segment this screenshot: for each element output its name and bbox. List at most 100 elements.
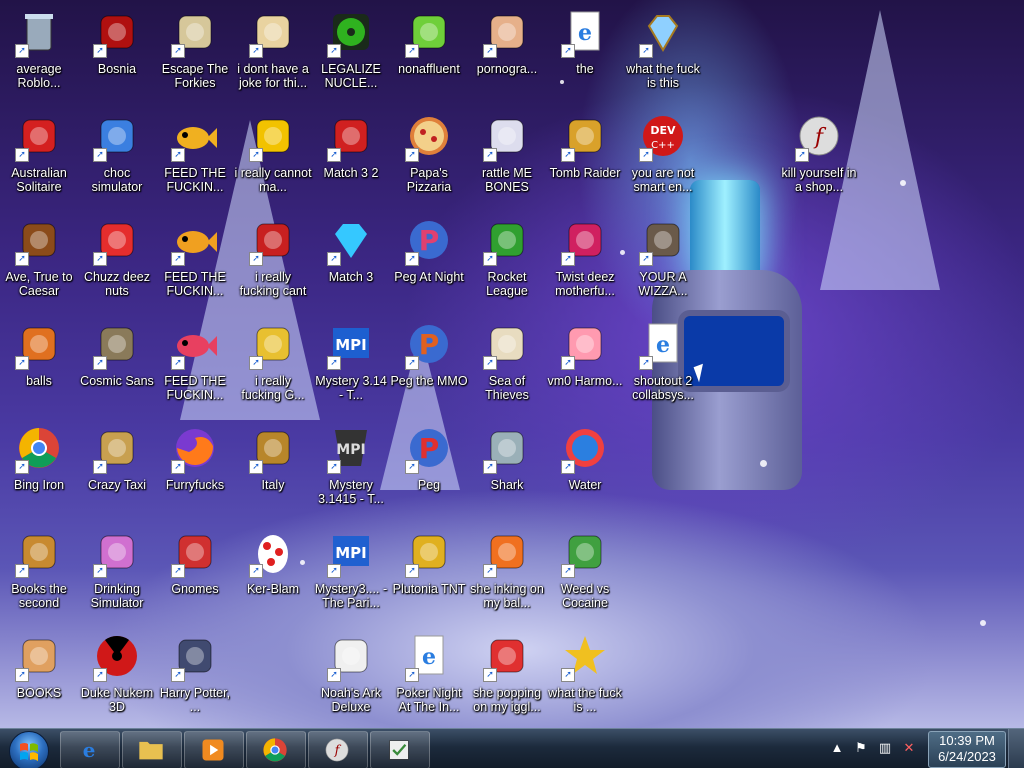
desktop-shortcut[interactable]: MPI ➚ Mystery 3.14 - T...: [312, 316, 390, 420]
desktop-shortcut[interactable]: DEV C++ ➚ you are not smart en...: [624, 108, 702, 212]
desktop-shortcut[interactable]: ➚ Match 3: [312, 212, 390, 316]
desktop-shortcut[interactable]: ➚ Italy: [234, 420, 312, 524]
desktop-shortcut[interactable]: ➚ pornogra...: [468, 4, 546, 108]
shortcut-label: Australian Solitaire: [11, 166, 67, 194]
desktop-shortcut[interactable]: e ➚ shoutout 2 collabsys...: [624, 316, 702, 420]
desktop-shortcut[interactable]: ➚ Books the second: [0, 524, 78, 628]
desktop-shortcut[interactable]: f ➚ kill yourself in a shop...: [780, 108, 858, 212]
shortcut-label: what the fuck is this: [626, 62, 700, 90]
shortcut-label: Mystery3.... - The Pari...: [314, 582, 388, 610]
shortcut-label: FEED THE FUCKIN...: [164, 166, 226, 194]
desktop-shortcut[interactable]: ➚ nonaffluent: [390, 4, 468, 108]
shortcut-arrow-icon: ➚: [561, 668, 575, 682]
shortcut-arrow-icon: ➚: [93, 252, 107, 266]
desktop-shortcut[interactable]: ➚ what the fuck is this: [624, 4, 702, 108]
desktop-shortcut[interactable]: ➚ Escape The Forkies: [156, 4, 234, 108]
taskbar-file-explorer-button[interactable]: [122, 731, 182, 768]
desktop-shortcut[interactable]: ➚ i really cannot ma...: [234, 108, 312, 212]
desktop-shortcut[interactable]: ➚ she popping on my iggl...: [468, 628, 546, 728]
desktop-shortcut[interactable]: ➚ Bing Iron: [0, 420, 78, 524]
desktop-shortcut[interactable]: ➚ i dont have a joke for thi...: [234, 4, 312, 108]
desktop-shortcut[interactable]: ➚ Drinking Simulator: [78, 524, 156, 628]
taskbar-chrome-button[interactable]: [246, 731, 306, 768]
shortcut-arrow-icon: ➚: [93, 668, 107, 682]
desktop-shortcut[interactable]: ➚ Plutonia TNT: [390, 524, 468, 628]
flag-icon[interactable]: ⚑: [852, 739, 870, 757]
desktop-shortcut[interactable]: MPI ➚ Mystery 3.1415 - T...: [312, 420, 390, 524]
desktop-shortcut[interactable]: ➚ Match 3 2: [312, 108, 390, 212]
shortcut-arrow-icon: ➚: [171, 252, 185, 266]
desktop-shortcut[interactable]: ➚ Ave, True to Caesar: [0, 212, 78, 316]
desktop-shortcut[interactable]: ➚ i really fucking cant: [234, 212, 312, 316]
shortcut-label: average Roblo...: [16, 62, 62, 90]
desktop-shortcut[interactable]: ➚ Duke Nukem 3D: [78, 628, 156, 728]
desktop-shortcut[interactable]: P ➚ Peg the MMO: [390, 316, 468, 420]
shortcut-label: Shark: [490, 478, 524, 492]
desktop-shortcut[interactable]: ➚ Tomb Raider: [546, 108, 624, 212]
shortcut-arrow-icon: ➚: [15, 44, 29, 58]
desktop-shortcut[interactable]: ➚ FEED THE FUCKIN...: [156, 212, 234, 316]
shortcut-arrow-icon: ➚: [171, 356, 185, 370]
svg-text:MPI: MPI: [335, 336, 367, 354]
desktop-shortcut[interactable]: ➚ Chuzz deez nuts: [78, 212, 156, 316]
desktop-shortcut[interactable]: e ➚ the: [546, 4, 624, 108]
desktop-shortcut[interactable]: ➚ Twist deez motherfu...: [546, 212, 624, 316]
clock-time: 10:39 PM: [939, 733, 995, 748]
shortcut-arrow-icon: ➚: [405, 44, 419, 58]
shortcut-label: FEED THE FUCKIN...: [164, 374, 226, 402]
taskbar-internet-explorer-button[interactable]: e: [60, 731, 120, 768]
shortcut-label: rattle ME BONES: [481, 166, 532, 194]
taskbar-media-player-button[interactable]: [184, 731, 244, 768]
shortcut-label: LEGALIZE NUCLE...: [321, 62, 381, 90]
shortcut-arrow-icon: ➚: [405, 252, 419, 266]
desktop-shortcut[interactable]: ➚ Cosmic Sans: [78, 316, 156, 420]
desktop-shortcut[interactable]: ➚ Papa's Pizzaria: [390, 108, 468, 212]
desktop-shortcut[interactable]: e ➚ Poker Night At The In...: [390, 628, 468, 728]
desktop-shortcut[interactable]: ➚ balls: [0, 316, 78, 420]
desktop-shortcut[interactable]: ➚ Water: [546, 420, 624, 524]
clock[interactable]: 10:39 PM 6/24/2023: [928, 731, 1006, 768]
desktop-shortcut[interactable]: ➚ Weed vs Cocaine: [546, 524, 624, 628]
volume-muted-icon[interactable]: ✕: [900, 739, 918, 757]
desktop-shortcut[interactable]: MPI ➚ Mystery3.... - The Pari...: [312, 524, 390, 628]
desktop-shortcut[interactable]: ➚ she inking on my bal...: [468, 524, 546, 628]
desktop-shortcut[interactable]: ➚ FEED THE FUCKIN...: [156, 108, 234, 212]
start-button[interactable]: [4, 730, 54, 768]
desktop-shortcut[interactable]: ➚ LEGALIZE NUCLE...: [312, 4, 390, 108]
desktop-shortcut[interactable]: ➚ Australian Solitaire: [0, 108, 78, 212]
desktop-shortcut[interactable]: ➚ i really fucking G...: [234, 316, 312, 420]
desktop-shortcut[interactable]: ➚ Harry Potter, ...: [156, 628, 234, 728]
desktop-shortcut[interactable]: ➚ Crazy Taxi: [78, 420, 156, 524]
desktop-shortcut[interactable]: ➚ FEED THE FUCKIN...: [156, 316, 234, 420]
desktop-shortcut[interactable]: ➚ average Roblo...: [0, 4, 78, 108]
desktop-shortcut[interactable]: ➚ Rocket League: [468, 212, 546, 316]
desktop-shortcut[interactable]: ➚ what the fuck is ...: [546, 628, 624, 728]
desktop-shortcut[interactable]: ➚ Shark: [468, 420, 546, 524]
desktop-shortcut[interactable]: ➚ vm0 Harmo...: [546, 316, 624, 420]
desktop-shortcut[interactable]: ➚ Sea of Thieves: [468, 316, 546, 420]
desktop-shortcut[interactable]: ➚ Ker-Blam: [234, 524, 312, 628]
desktop[interactable]: ➚ average Roblo... ➚ Bosnia ➚ Escape The Fork…: [0, 0, 1024, 728]
taskbar-flash-button[interactable]: f: [308, 731, 368, 768]
desktop-shortcut[interactable]: ➚ Gnomes: [156, 524, 234, 628]
shortcut-arrow-icon: ➚: [15, 564, 29, 578]
desktop-shortcut[interactable]: ➚ BOOKS: [0, 628, 78, 728]
shortcut-label: i really fucking cant: [239, 270, 307, 298]
desktop-shortcut[interactable]: P ➚ Peg: [390, 420, 468, 524]
desktop-shortcut[interactable]: ➚ YOUR A WIZZA...: [624, 212, 702, 316]
desktop-shortcut[interactable]: ➚ Bosnia: [78, 4, 156, 108]
chevron-up-icon[interactable]: ▲: [828, 739, 846, 757]
desktop-shortcut[interactable]: ➚ choc simulator: [78, 108, 156, 212]
shortcut-arrow-icon: ➚: [327, 356, 341, 370]
svg-text:P: P: [419, 328, 440, 361]
desktop-shortcut[interactable]: ➚ Furryfucks: [156, 420, 234, 524]
desktop-shortcut[interactable]: ➚ rattle ME BONES: [468, 108, 546, 212]
desktop-shortcut[interactable]: P ➚ Peg At Night: [390, 212, 468, 316]
show-desktop-button[interactable]: [1008, 729, 1024, 768]
shortcut-label: i dont have a joke for thi...: [237, 62, 309, 90]
shortcut-arrow-icon: ➚: [561, 44, 575, 58]
taskbar-app-button[interactable]: [370, 731, 430, 768]
network-icon[interactable]: ▥: [876, 739, 894, 757]
desktop-shortcut[interactable]: ➚ Noah's Ark Deluxe: [312, 628, 390, 728]
shortcut-arrow-icon: ➚: [15, 356, 29, 370]
